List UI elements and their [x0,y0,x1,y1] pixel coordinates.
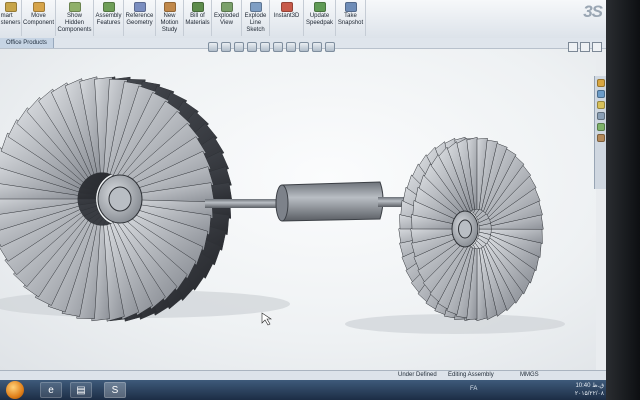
display-style-icon[interactable] [273,42,283,52]
take-snapshot-button[interactable]: Take Snapshot [336,0,366,36]
instant3d-button[interactable]: Instant3D [270,0,304,36]
turbine-assembly-model [0,76,565,334]
zoom-area-icon[interactable] [221,42,231,52]
snapshot-icon [344,2,357,12]
section-view-icon[interactable] [247,42,257,52]
appearances-icon[interactable] [597,123,605,131]
custom-properties-icon[interactable] [597,134,605,142]
windows-taskbar: e ▤ S FA 10:40 ق.ظ ۲۰۱۵/۲۲/۰۸ [0,380,606,400]
speedpak-icon [313,2,326,12]
solidworks-screen: mart steners Move Component Show Hidden … [0,0,606,382]
heads-up-view-toolbar [208,42,335,54]
combustor-casing [278,181,384,222]
ds-solidworks-logo: 3S [583,2,603,21]
bill-of-materials-icon [191,2,204,12]
status-units[interactable]: MMGS [520,372,539,378]
bill-of-materials-button[interactable]: Bill of Materials [184,0,212,36]
show-hidden-icon [68,2,81,12]
instant3d-icon [280,2,293,12]
system-tray-clock[interactable]: 10:40 ق.ظ ۲۰۱۵/۲۲/۰۸ [575,382,604,398]
explode-line-sketch-button[interactable]: Explode Line Sketch [242,0,270,36]
clock-date: ۲۰۱۵/۲۲/۰۸ [574,391,604,397]
tab-office-products[interactable]: Office Products [0,38,54,48]
smart-fasteners-button[interactable]: mart steners [0,0,22,36]
monitor-bezel [606,0,640,400]
left-rotor-hub-cap [108,186,132,212]
motion-study-icon [163,2,176,12]
left-rotor [0,76,233,322]
zoom-to-fit-icon[interactable] [208,42,218,52]
status-editing-assembly: Editing Assembly [448,372,494,378]
move-component-button[interactable]: Move Component [22,0,56,36]
exploded-view-icon [220,2,233,12]
internet-explorer-icon[interactable]: e [40,382,62,398]
previous-view-icon[interactable] [234,42,244,52]
explode-line-sketch-icon [249,2,262,12]
restore-icon[interactable] [580,42,590,52]
view-orientation-icon[interactable] [260,42,270,52]
smart-fasteners-icon [4,2,17,12]
mouse-cursor-icon [261,312,272,326]
status-under-defined: Under Defined [398,372,437,378]
edit-appearance-icon[interactable] [299,42,309,52]
view-palette-icon[interactable] [597,112,605,120]
clock-time: 10:40 ق.ظ [575,383,604,389]
reference-geometry-icon [133,2,146,12]
reference-geometry-button[interactable]: Reference Geometry [124,0,156,36]
resources-icon[interactable] [597,79,605,87]
update-speedpak-button[interactable]: Update Speedpak [304,0,336,36]
combustor-front-face [275,184,289,222]
right-rotor [398,136,544,322]
graphics-area[interactable] [0,49,596,370]
new-motion-study-button[interactable]: New Motion Study [156,0,184,36]
design-library-icon[interactable] [597,90,605,98]
close-icon[interactable] [592,42,602,52]
document-window-controls [568,42,602,52]
right-rotor-hub-cap [458,219,472,239]
thin-shaft [205,199,285,208]
file-explorer-taskbar-icon[interactable]: ▤ [70,382,92,398]
file-explorer-icon[interactable] [597,101,605,109]
show-hidden-components-button[interactable]: Show Hidden Components [56,0,94,36]
language-indicator[interactable]: FA [470,386,477,392]
move-component-icon [32,2,45,12]
hide-show-items-icon[interactable] [286,42,296,52]
solidworks-taskbar-icon[interactable]: S [104,382,126,398]
view-settings-icon[interactable] [325,42,335,52]
start-button[interactable] [6,381,24,399]
assembly-features-icon [102,2,115,12]
apply-scene-icon[interactable] [312,42,322,52]
assembly-features-button[interactable]: Assembly Features [94,0,124,36]
exploded-view-button[interactable]: Exploded View [212,0,242,36]
command-manager-ribbon: mart steners Move Component Show Hidden … [0,0,606,39]
task-pane [594,76,606,189]
minimize-icon[interactable] [568,42,578,52]
